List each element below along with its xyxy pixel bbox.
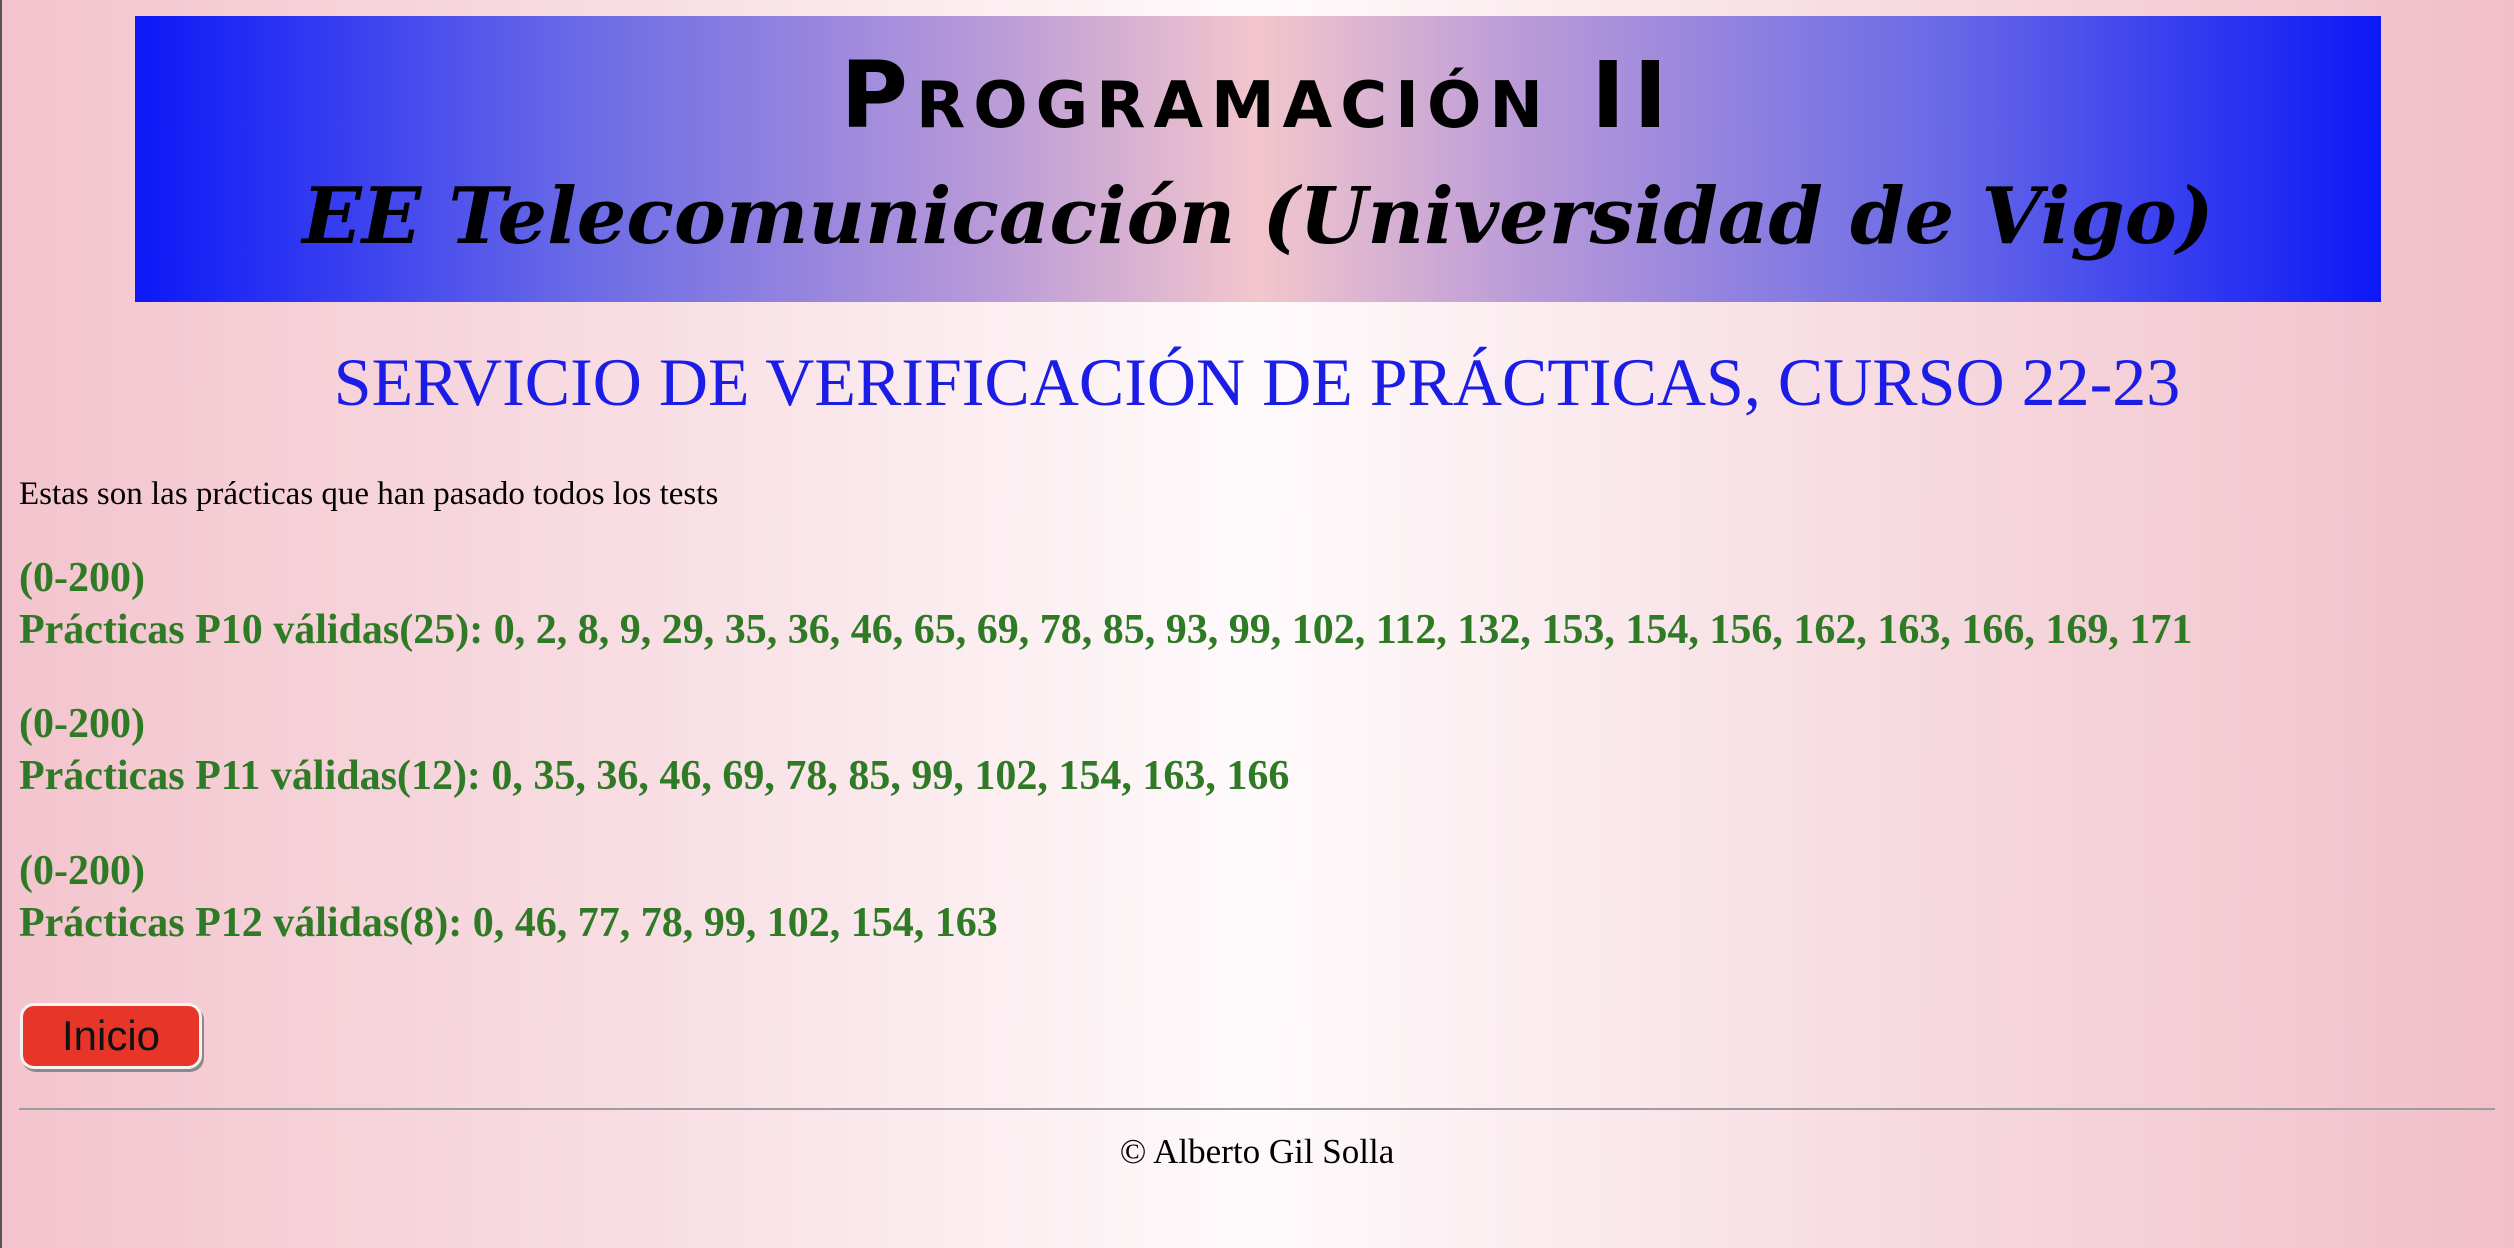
results-list-p11: Prácticas P11 válidas(12): 0, 35, 36, 46… xyxy=(19,753,1290,799)
results-range: (0-200) xyxy=(19,848,145,894)
results-range: (0-200) xyxy=(19,555,145,601)
results-list-p10: Prácticas P10 válidas(25): 0, 2, 8, 9, 2… xyxy=(19,607,2193,653)
results-p11: (0-200) Prácticas P11 válidas(12): 0, 35… xyxy=(19,698,1289,802)
intro-text: Estas son las prácticas que han pasado t… xyxy=(19,476,719,512)
footer-divider xyxy=(19,1108,2495,1110)
window-left-border xyxy=(0,0,2,1248)
results-range: (0-200) xyxy=(19,701,145,747)
footer-copyright: © Alberto Gil Solla xyxy=(1119,1132,1395,1171)
course-title: Programación II xyxy=(840,42,1676,149)
results-p12: (0-200) Prácticas P12 válidas(8): 0, 46,… xyxy=(19,845,998,949)
course-banner: Programación II EE Telecomunicación (Uni… xyxy=(135,16,2381,302)
page-title: SERVICIO DE VERIFICACIÓN DE PRÁCTICAS, C… xyxy=(333,344,2181,420)
course-subtitle: EE Telecomunicación (Universidad de Vigo… xyxy=(302,171,2214,262)
results-p10: (0-200) Prácticas P10 válidas(25): 0, 2,… xyxy=(19,552,2192,656)
inicio-button[interactable]: Inicio xyxy=(20,1003,202,1069)
results-list-p12: Prácticas P12 válidas(8): 0, 46, 77, 78,… xyxy=(19,900,998,946)
